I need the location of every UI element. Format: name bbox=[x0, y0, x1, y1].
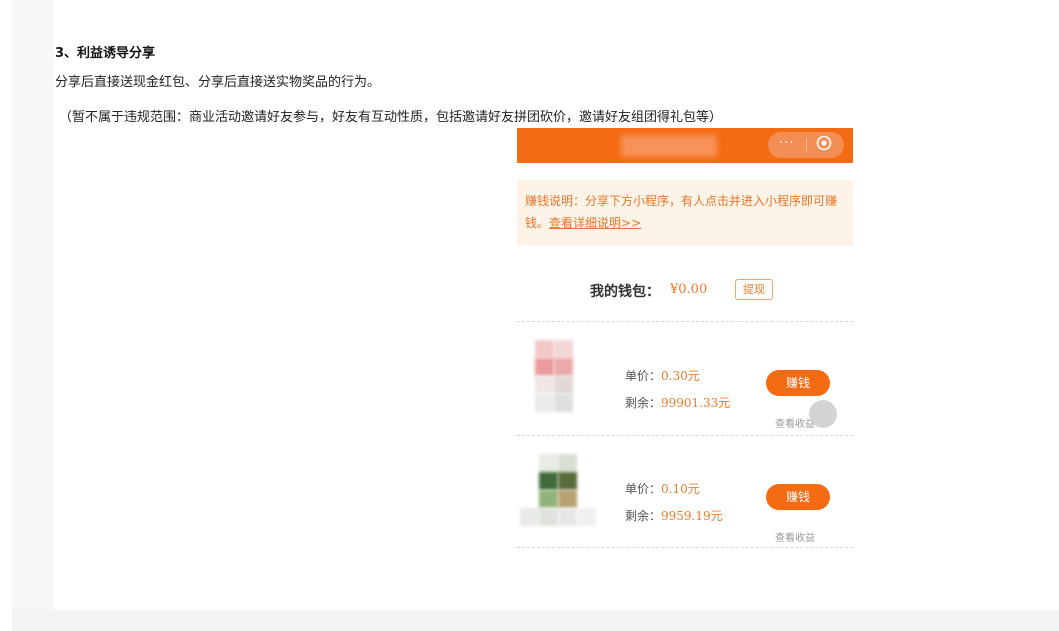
more-icon[interactable]: ··· bbox=[779, 136, 794, 151]
notice-text: 赚钱说明：分享下方小程序，有人点击并进入小程序即可赚钱。查看详细说明>> bbox=[525, 190, 847, 234]
remaining-value: 9959.19元 bbox=[661, 509, 723, 523]
mini-program-screenshot: ··· 赚钱说明：分享下方小程序，有人点击并进入小程序即可赚钱。查看详细说明>>… bbox=[517, 128, 853, 549]
floating-ball[interactable] bbox=[809, 400, 837, 428]
paragraph-line: 分享后直接送现金红包、分享后直接送实物奖品的行为。 bbox=[55, 75, 381, 90]
view-profit-link[interactable]: 查看收益 bbox=[775, 529, 815, 544]
earning-notice: 赚钱说明：分享下方小程序，有人点击并进入小程序即可赚钱。查看详细说明>> bbox=[517, 180, 853, 246]
menu-capsule[interactable]: ··· bbox=[768, 132, 844, 158]
wallet-row: 我的钱包： ¥0.00 提现 bbox=[517, 278, 853, 302]
divider bbox=[517, 321, 853, 322]
unit-price: 单价：0.10元 bbox=[625, 480, 700, 497]
product-thumbnail bbox=[521, 338, 597, 418]
divider bbox=[517, 547, 853, 548]
unit-price-value: 0.10元 bbox=[661, 482, 700, 496]
remaining-value: 99901.33元 bbox=[661, 396, 731, 410]
notice-detail-link[interactable]: 查看详细说明>> bbox=[549, 216, 641, 230]
divider bbox=[517, 435, 853, 436]
remaining-label: 剩余： bbox=[625, 396, 662, 410]
blurred-title bbox=[621, 135, 717, 157]
section-heading: 3、利益诱导分享 bbox=[55, 46, 156, 61]
capsule-divider bbox=[806, 138, 807, 152]
left-margin bbox=[0, 0, 12, 631]
paragraph-note: （暂不属于违规范围：商业活动邀请好友参与，好友有互动性质，包括邀请好友拼团砍价，… bbox=[59, 110, 723, 125]
wallet-label: 我的钱包： bbox=[590, 284, 660, 300]
unit-price-label: 单价： bbox=[625, 369, 662, 383]
unit-price: 单价：0.30元 bbox=[625, 367, 700, 384]
unit-price-value: 0.30元 bbox=[661, 369, 700, 383]
wallet-amount: ¥0.00 bbox=[670, 282, 708, 297]
target-icon[interactable] bbox=[816, 135, 832, 151]
top-bar: ··· bbox=[517, 128, 853, 163]
product-thumbnail bbox=[520, 452, 597, 532]
unit-price-label: 单价： bbox=[625, 482, 662, 496]
withdraw-button[interactable]: 提现 bbox=[735, 279, 773, 300]
remaining-amount: 剩余：99901.33元 bbox=[625, 394, 730, 411]
earn-button[interactable]: 赚钱 bbox=[766, 484, 830, 510]
remaining-amount: 剩余：9959.19元 bbox=[625, 507, 723, 524]
earn-button[interactable]: 赚钱 bbox=[766, 370, 830, 396]
remaining-label: 剩余： bbox=[625, 509, 662, 523]
